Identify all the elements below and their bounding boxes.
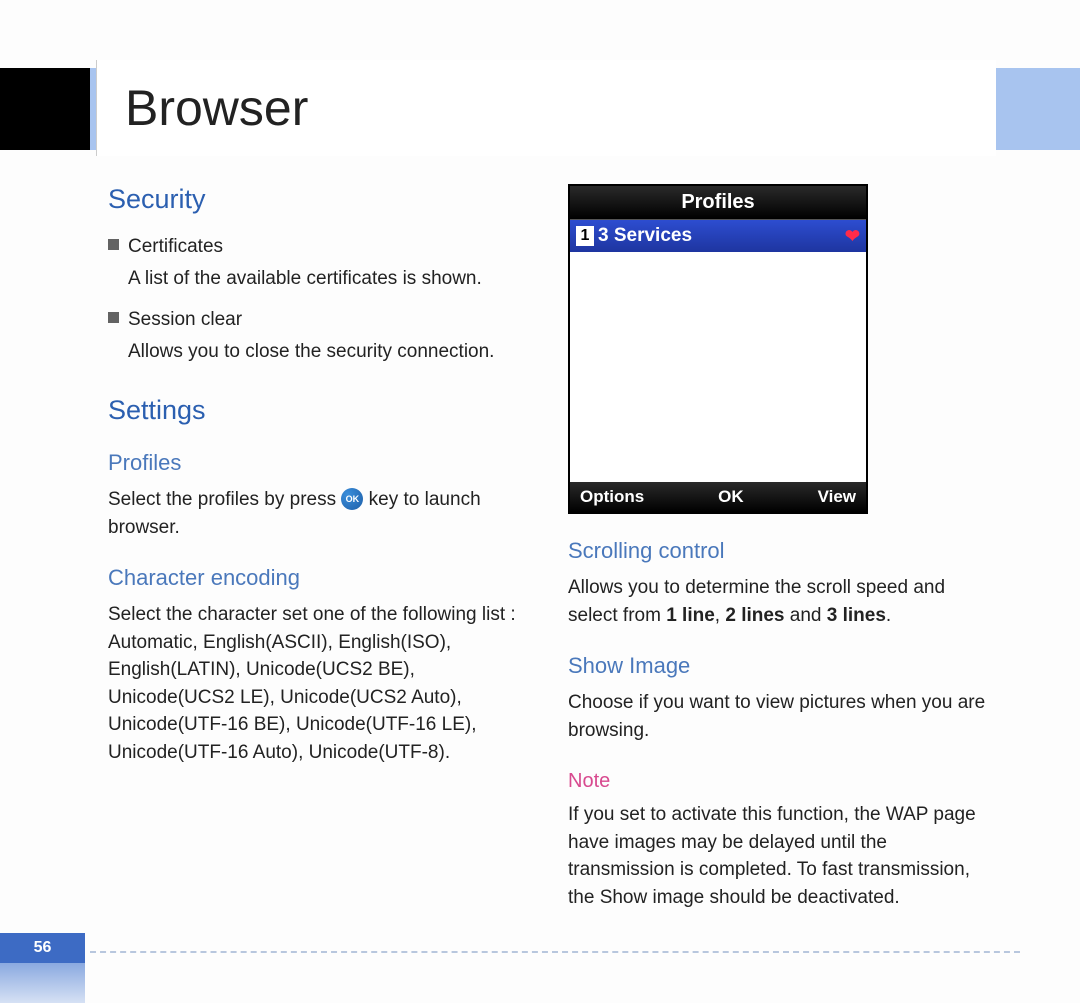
phone-body-blank xyxy=(570,252,866,482)
profiles-text-pre: Select the profiles by press xyxy=(108,489,341,510)
right-column: Profiles 1 3 Services ❤ Options OK View … xyxy=(568,184,988,911)
scroll-end: . xyxy=(886,605,891,626)
session-clear-item: Session clear xyxy=(108,306,528,334)
footer-dashed-line xyxy=(90,951,1020,953)
heart-check-icon: ❤ xyxy=(845,226,860,247)
page-title: Browser xyxy=(125,79,308,137)
certificates-desc: A list of the available certificates is … xyxy=(128,265,528,293)
scroll-opt1: 1 line xyxy=(666,605,715,626)
char-encoding-body: Select the character set one of the foll… xyxy=(108,601,528,766)
content-columns: Security Certificates A list of the avai… xyxy=(108,184,988,911)
square-bullet-icon xyxy=(108,312,119,323)
certificates-label: Certificates xyxy=(128,233,223,261)
note-body: If you set to activate this function, th… xyxy=(568,801,988,911)
profiles-subheading: Profiles xyxy=(108,450,528,476)
phone-softkeys: Options OK View xyxy=(570,482,866,512)
show-image-body: Choose if you want to view pictures when… xyxy=(568,689,988,744)
scroll-opt2: 2 lines xyxy=(725,605,784,626)
ok-key-icon: OK xyxy=(341,488,363,510)
show-image-subheading: Show Image xyxy=(568,653,988,679)
scrolling-control-body: Allows you to determine the scroll speed… xyxy=(568,574,988,629)
page-number-tab: 56 xyxy=(0,933,85,963)
softkey-right: View xyxy=(818,487,856,507)
scroll-opt3: 3 lines xyxy=(827,605,886,626)
certificates-item: Certificates xyxy=(108,233,528,261)
softkey-left: Options xyxy=(580,487,644,507)
profiles-text: Select the profiles by press OK key to l… xyxy=(108,486,528,541)
session-clear-label: Session clear xyxy=(128,306,242,334)
softkey-middle: OK xyxy=(718,487,744,507)
note-heading: Note xyxy=(568,770,988,793)
header-title-box: Browser xyxy=(96,60,996,156)
session-clear-desc: Allows you to close the security connect… xyxy=(128,338,528,366)
phone-row-number: 1 xyxy=(576,226,594,246)
phone-screenshot: Profiles 1 3 Services ❤ Options OK View xyxy=(568,184,868,514)
security-heading: Security xyxy=(108,184,528,215)
phone-titlebar: Profiles xyxy=(570,186,866,220)
left-column: Security Certificates A list of the avai… xyxy=(108,184,528,911)
scrolling-control-subheading: Scrolling control xyxy=(568,538,988,564)
square-bullet-icon xyxy=(108,239,119,250)
char-encoding-subheading: Character encoding xyxy=(108,565,528,591)
phone-row-text: 3 Services xyxy=(598,225,692,247)
settings-heading: Settings xyxy=(108,395,528,426)
scroll-sep2: and xyxy=(785,605,827,626)
scroll-sep1: , xyxy=(715,605,726,626)
phone-row-left: 1 3 Services xyxy=(576,225,692,247)
phone-selected-row: 1 3 Services ❤ xyxy=(570,220,866,252)
page-tab-fade xyxy=(0,963,85,1003)
